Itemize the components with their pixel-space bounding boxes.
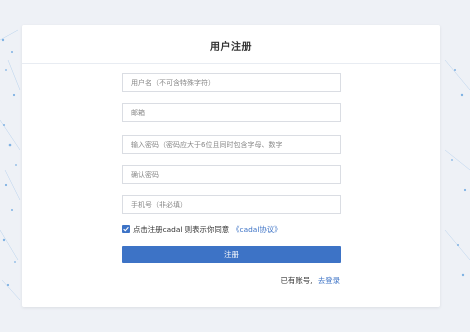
confirm-password-input[interactable]: [122, 165, 341, 184]
has-account-text: 已有账号,: [280, 276, 313, 285]
agreement-text: 点击注册cadal 则表示你同意: [133, 224, 230, 234]
register-card: 用户注册 点击注册cadal 则表示你同意 《cadal协议》 注册 已有账号,…: [22, 25, 440, 307]
phone-input[interactable]: [122, 195, 341, 214]
password-input[interactable]: [122, 135, 341, 154]
username-input[interactable]: [122, 73, 341, 92]
email-input[interactable]: [122, 103, 341, 122]
login-row: 已有账号, 去登录: [281, 275, 340, 286]
checkmark-icon: [123, 226, 129, 232]
card-header: 用户注册: [22, 25, 440, 64]
page-title: 用户注册: [210, 42, 252, 53]
agree-checkbox[interactable]: [122, 225, 130, 233]
register-button[interactable]: 注册: [122, 246, 341, 263]
login-link[interactable]: 去登录: [318, 276, 340, 285]
agreement-row: 点击注册cadal 则表示你同意 《cadal协议》: [122, 223, 282, 235]
agreement-link[interactable]: 《cadal协议》: [232, 224, 281, 235]
